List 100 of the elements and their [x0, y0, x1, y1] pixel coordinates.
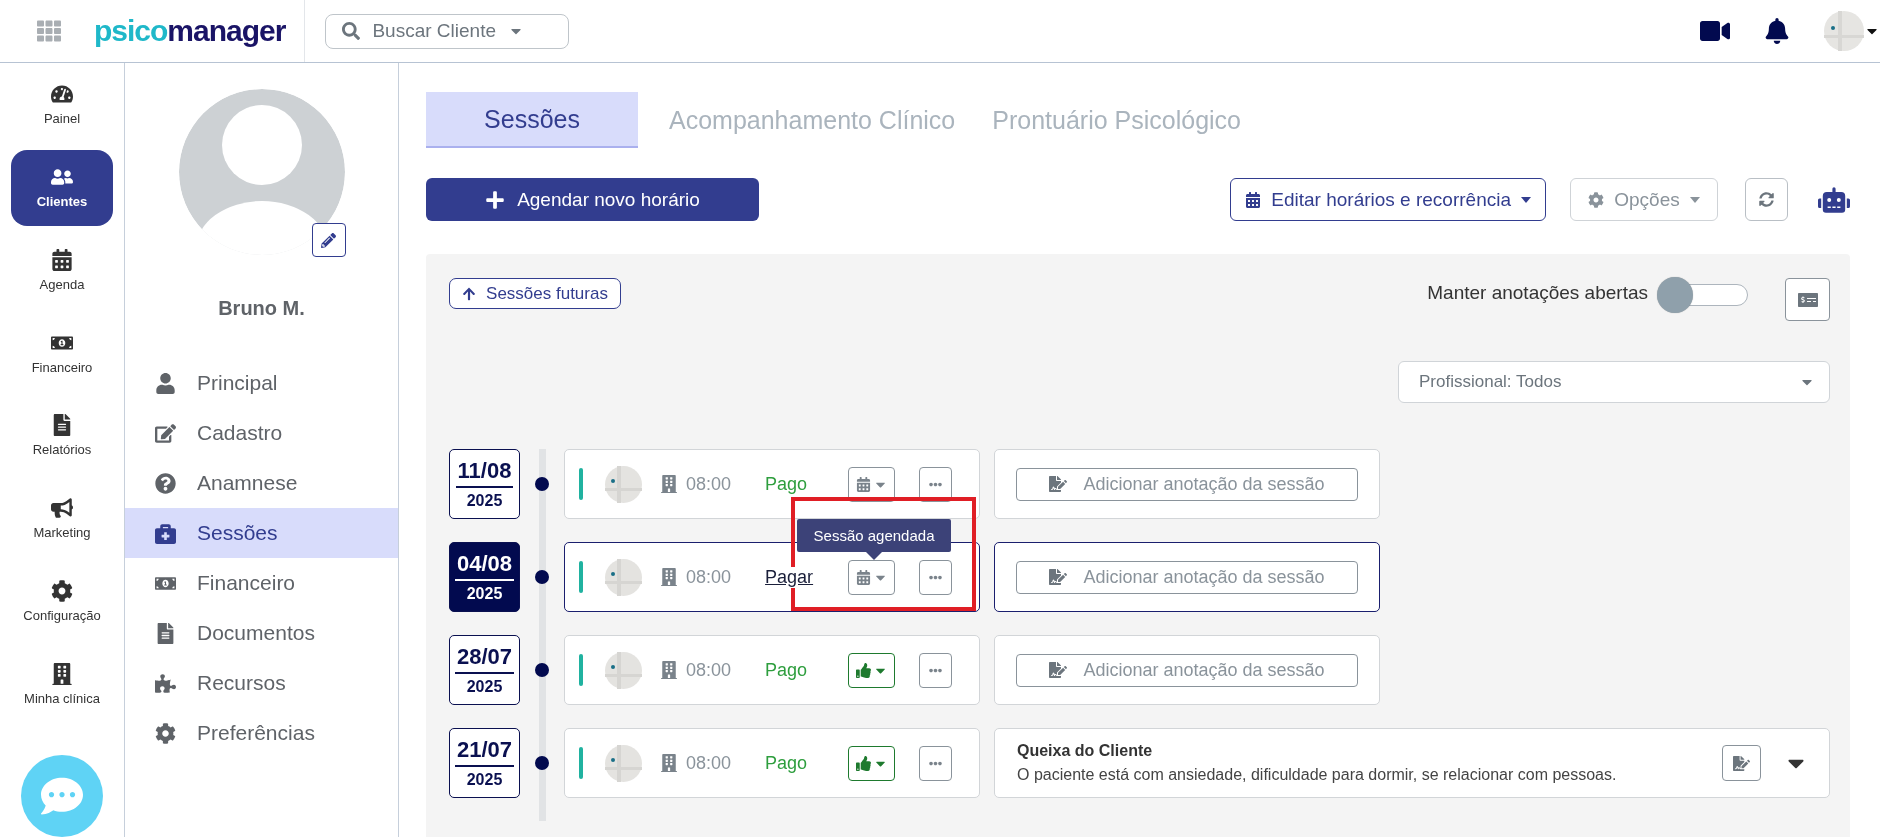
note-text: O paciente está com ansiedade, dificuldade para dormir, se relacionar com pessoas.: [1017, 766, 1618, 784]
thumbs-up-icon: [855, 662, 871, 678]
nav-item[interactable]: Minha clínica: [11, 646, 113, 722]
add-note-button[interactable]: Adicionar anotação da sessão: [1016, 467, 1358, 501]
date-badge: 04/08 2025: [449, 542, 520, 612]
signed-document-icon: [1049, 475, 1068, 493]
nav-label: Relatórios: [32, 442, 92, 458]
billing-card-button[interactable]: [1785, 278, 1830, 321]
gauge-icon: [51, 83, 73, 106]
menu-item[interactable]: Anamnese: [125, 458, 398, 508]
menu-item[interactable]: Principal: [125, 358, 398, 408]
signed-document-icon: [1733, 754, 1750, 772]
calendar-icon: [1245, 191, 1262, 208]
date-badge: 28/07 2025: [449, 635, 520, 705]
status-bar: [579, 654, 583, 686]
session-time: 08:00: [686, 566, 732, 588]
menu-item[interactable]: Documentos: [125, 608, 398, 658]
nav-item[interactable]: Relatórios: [11, 398, 113, 474]
calendar-icon: [855, 476, 871, 492]
future-sessions-button[interactable]: Sessões futuras: [449, 278, 621, 309]
gear-icon: [153, 722, 177, 744]
search-field[interactable]: Buscar Cliente: [325, 13, 570, 49]
status-button[interactable]: [848, 652, 896, 688]
megaphone-icon: [51, 497, 73, 520]
edit-icon: [153, 422, 177, 444]
client-name: Bruno M.: [217, 297, 306, 320]
nav-item[interactable]: Financeiro: [11, 315, 113, 391]
menu-label: Sessões: [197, 521, 278, 545]
session-card[interactable]: 08:00 Pago: [564, 635, 980, 705]
tab[interactable]: Sessões: [426, 92, 638, 148]
nav-label: Configuração: [23, 607, 101, 623]
building-icon: [660, 661, 678, 679]
status-button[interactable]: [848, 745, 896, 781]
more-button[interactable]: [919, 652, 953, 688]
menu-label: Recursos: [197, 671, 286, 695]
nav-label: Financeiro: [31, 359, 93, 375]
more-button[interactable]: [919, 559, 953, 595]
menu-item[interactable]: Preferências: [125, 708, 398, 758]
session-time: 08:00: [686, 473, 732, 495]
gear-icon: [1588, 191, 1605, 208]
building-icon: [660, 754, 678, 772]
schedule-button[interactable]: Agendar novo horário: [426, 178, 759, 221]
session-time: 08:00: [686, 659, 732, 681]
calendar-icon: [855, 569, 871, 585]
status-button[interactable]: [848, 559, 896, 595]
nav-item[interactable]: Painel: [11, 67, 113, 143]
session-card[interactable]: 08:00 Pago: [564, 728, 980, 798]
logo: psicomanager: [94, 13, 286, 49]
chat-bubble-icon: [41, 775, 83, 817]
menu-item[interactable]: Financeiro: [125, 558, 398, 608]
more-button[interactable]: [919, 745, 953, 781]
menu-label: Preferências: [197, 721, 315, 745]
status-bar: [579, 561, 583, 593]
nav-item[interactable]: Clientes: [11, 149, 113, 226]
building-icon: [660, 568, 678, 586]
session-time: 08:00: [686, 752, 732, 774]
status-bar: [579, 747, 583, 779]
building-icon: [51, 662, 73, 685]
nav-label: Clientes: [36, 194, 88, 210]
status-bar: [579, 468, 583, 500]
nav-label: Minha clínica: [24, 690, 100, 706]
options-button[interactable]: Opções: [1570, 178, 1718, 221]
thumbs-up-icon: [855, 755, 871, 771]
edit-note-button[interactable]: [1722, 745, 1761, 781]
person-icon: [153, 372, 177, 394]
avatar: [605, 744, 642, 782]
session-card[interactable]: 08:00 Pago: [564, 449, 980, 519]
signed-document-icon: [1049, 661, 1068, 679]
refresh-button[interactable]: [1745, 178, 1788, 221]
timeline-dot: [535, 570, 549, 584]
nav-item[interactable]: Marketing: [11, 480, 113, 557]
edit-schedule-button[interactable]: Editar horários e recorrência: [1230, 178, 1546, 221]
professional-dropdown[interactable]: Profissional: Todos: [1398, 361, 1830, 403]
edit-photo-button[interactable]: [311, 223, 346, 257]
caret-icon: [1521, 196, 1531, 203]
timeline-dot: [535, 477, 549, 491]
timeline-dot: [535, 663, 549, 677]
toggle-switch[interactable]: [1656, 276, 1748, 314]
gear-icon: [51, 579, 73, 602]
toggle-label: Manter anotações abertas: [1427, 282, 1648, 304]
avatar: [605, 465, 642, 503]
refresh-icon: [1759, 192, 1774, 207]
menu-item[interactable]: Cadastro: [125, 408, 398, 458]
nav-label: Marketing: [33, 525, 91, 541]
arrow-up-icon: [462, 286, 477, 301]
date-badge: 11/08 2025: [449, 449, 520, 519]
nav-label: Agenda: [39, 276, 85, 292]
tooltip: Sessão agendada: [797, 519, 951, 560]
add-note-button[interactable]: Adicionar anotação da sessão: [1016, 560, 1358, 594]
building-icon: [660, 475, 678, 493]
question-icon: [153, 472, 177, 494]
nav-item[interactable]: Agenda: [11, 232, 113, 309]
timeline-dot: [535, 756, 549, 770]
add-note-button[interactable]: Adicionar anotação da sessão: [1016, 653, 1358, 687]
nav-item[interactable]: Configuração: [11, 563, 113, 640]
caret-icon: [1689, 196, 1700, 203]
menu-item[interactable]: Recursos: [125, 658, 398, 708]
search-icon: [342, 22, 361, 40]
menu-item[interactable]: Sessões: [125, 508, 398, 558]
bell-icon[interactable]: [1764, 18, 1790, 44]
